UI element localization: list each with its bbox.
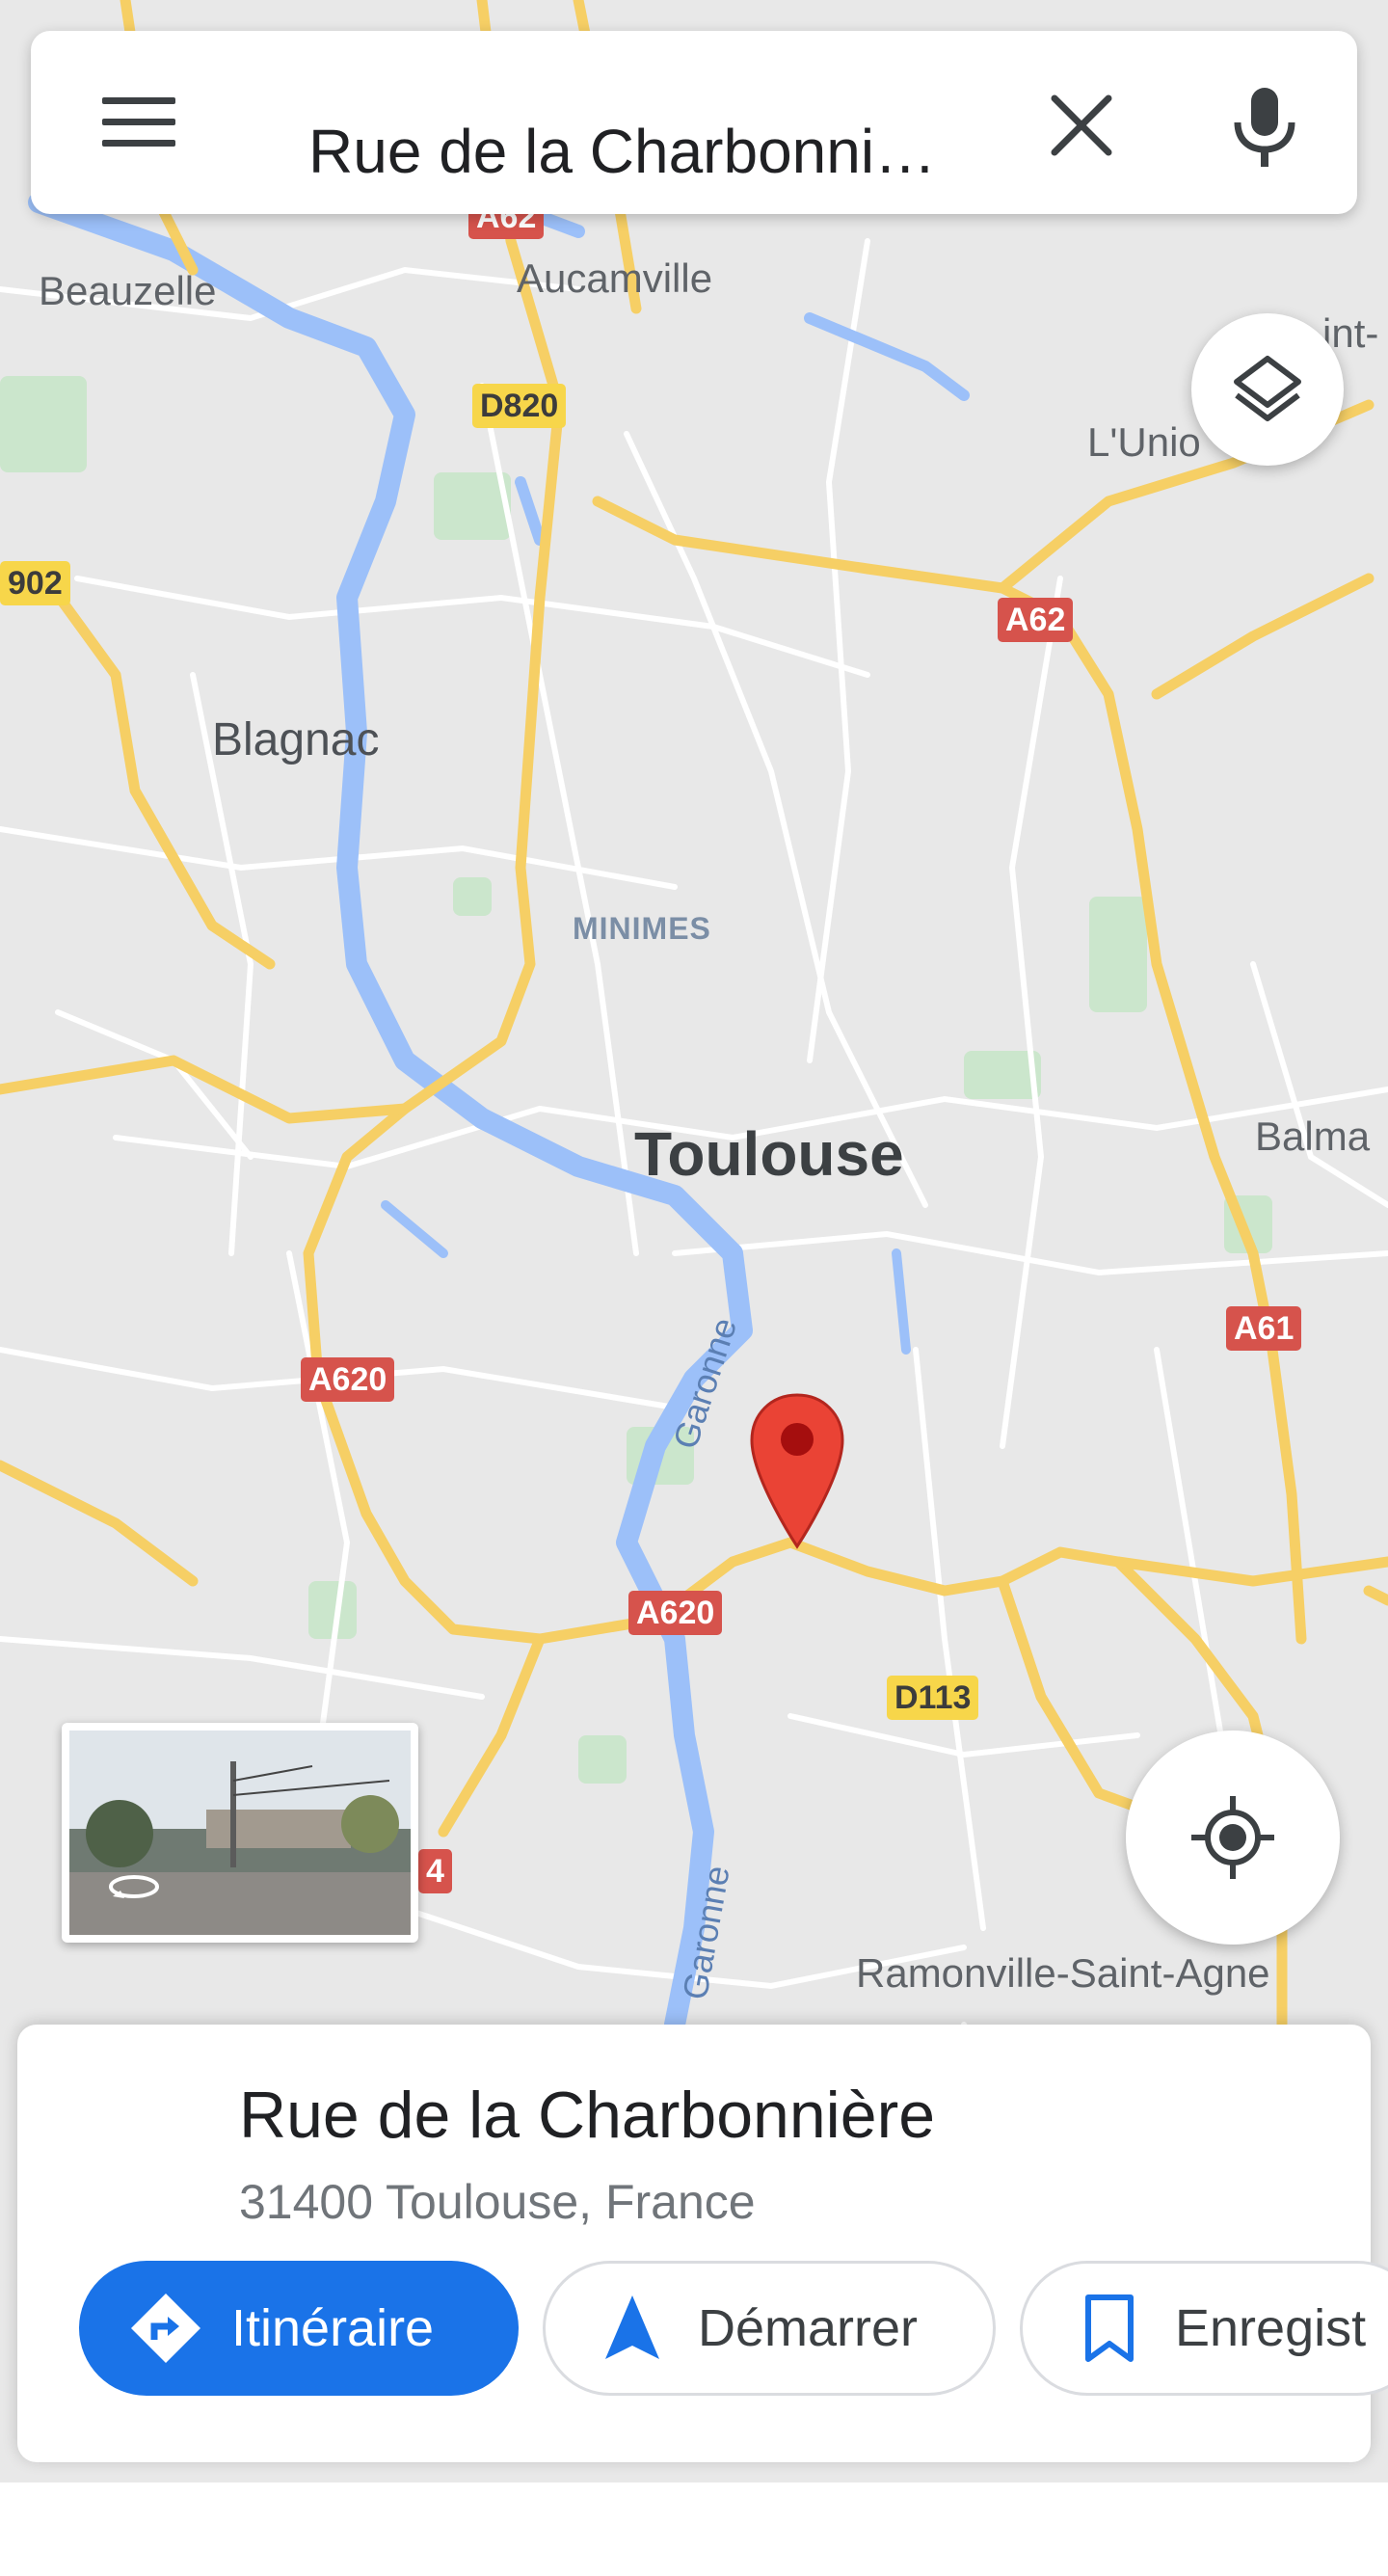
- my-location-button[interactable]: [1126, 1731, 1340, 1945]
- search-query-text[interactable]: Rue de la Charbonni…: [308, 116, 936, 187]
- menu-icon[interactable]: [102, 94, 179, 151]
- road-shield-d820: D820: [472, 384, 567, 428]
- start-label: Démarrer: [698, 2299, 919, 2357]
- district-label-minimes: MINIMES: [573, 911, 711, 946]
- navigation-arrow-icon: [605, 2295, 659, 2359]
- layers-icon: [1234, 356, 1301, 421]
- street-view-icon: [109, 1875, 159, 1898]
- place-card[interactable]: Rue de la Charbonnière 31400 Toulouse, F…: [17, 2025, 1388, 2462]
- road-shield-a620: A620: [301, 1357, 395, 1402]
- road-shield-a64: 4: [418, 1849, 452, 1893]
- bookmark-icon: [1085, 2294, 1134, 2362]
- place-label-balma: Balma: [1255, 1114, 1371, 1159]
- place-address: 31400 Toulouse, France: [239, 2175, 756, 2229]
- place-label-ramonville: Ramonville-Saint-Agne: [856, 1950, 1270, 1996]
- directions-button[interactable]: Itinéraire: [79, 2261, 519, 2396]
- road-shield-a620: A620: [628, 1591, 723, 1635]
- save-label: Enregist: [1175, 2299, 1367, 2357]
- layers-button[interactable]: [1191, 313, 1344, 466]
- directions-icon: [131, 2294, 200, 2363]
- close-icon[interactable]: [1043, 87, 1120, 164]
- place-label-lunion: L'Unio: [1087, 419, 1201, 465]
- road-shield-a62: A62: [998, 598, 1074, 642]
- street-view-thumbnail[interactable]: [62, 1723, 418, 1943]
- road-shield-d113: D113: [887, 1676, 979, 1720]
- road-shield-d902: 902: [0, 561, 70, 605]
- place-label-blagnac: Blagnac: [212, 714, 380, 765]
- start-button[interactable]: Démarrer: [543, 2261, 996, 2396]
- city-label-toulouse: Toulouse: [634, 1119, 904, 1189]
- place-title: Rue de la Charbonnière: [239, 2079, 936, 2152]
- street-view-image: [69, 1731, 411, 1935]
- place-label-beauzelle: Beauzelle: [39, 268, 217, 313]
- place-label-aucamville: Aucamville: [517, 255, 713, 301]
- directions-label: Itinéraire: [231, 2299, 435, 2357]
- save-button[interactable]: Enregist: [1020, 2261, 1388, 2396]
- road-shield-a61: A61: [1226, 1306, 1302, 1351]
- search-bar[interactable]: Rue de la Charbonni…: [31, 31, 1357, 214]
- mic-icon[interactable]: [1226, 84, 1303, 171]
- my-location-icon: [1191, 1796, 1274, 1879]
- location-pin-icon[interactable]: [748, 1391, 846, 1550]
